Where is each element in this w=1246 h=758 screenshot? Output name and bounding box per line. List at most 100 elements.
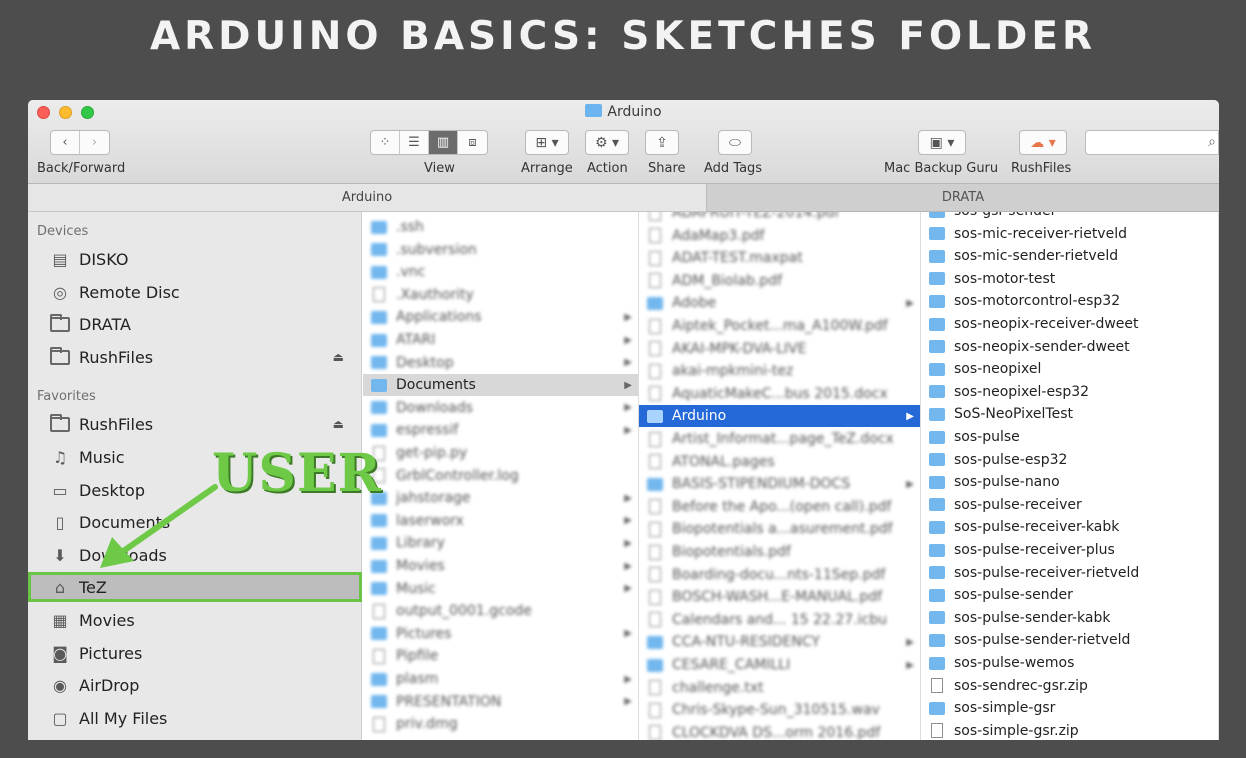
list-item[interactable]: Aiptek_Pocket...ma_A100W.pdf	[639, 315, 920, 337]
list-item[interactable]: Desktop ▶	[363, 352, 638, 374]
sidebar-item-disko[interactable]: ▤ DISKO	[28, 244, 362, 274]
list-item[interactable]: CLOCKDVA DS...orm 2016.pdf	[639, 722, 920, 740]
list-item[interactable]: sos-simple-gsr.zip	[921, 720, 1218, 740]
mac-backup-button[interactable]: ▣ ▾	[918, 130, 966, 155]
list-item[interactable]: Biopotentials a...asurement.pdf	[639, 518, 920, 540]
list-item[interactable]: AquaticMakeC...bus 2015.docx	[639, 383, 920, 405]
list-item[interactable]: sos-neopixel-esp32	[921, 381, 1218, 403]
list-item[interactable]: AdaMap3.pdf	[639, 225, 920, 247]
list-item[interactable]: Arduino ▶	[639, 405, 920, 428]
list-item[interactable]: Pipfile	[363, 645, 638, 667]
list-item[interactable]: sos-motor-test	[921, 268, 1218, 290]
tab-drata[interactable]: DRATA	[707, 184, 1219, 212]
search-input[interactable]: ⌕	[1085, 130, 1219, 155]
list-item[interactable]: sos-pulse-sender	[921, 584, 1218, 606]
list-item[interactable]: .subversion	[363, 239, 638, 261]
list-item[interactable]: BASIS-STIPENDIUM-DOCS ▶	[639, 473, 920, 495]
back-forward-control[interactable]: ‹ ›	[50, 130, 110, 155]
list-item[interactable]: SoS-NeoPixelTest	[921, 403, 1218, 425]
back-button[interactable]: ‹	[51, 131, 80, 154]
list-item[interactable]: Calendars and... 15 22.27.icbu	[639, 609, 920, 631]
list-item[interactable]: sos-neopix-receiver-dweet	[921, 313, 1218, 335]
list-item[interactable]: sos-sendrec-gsr.zip	[921, 675, 1218, 697]
sidebar-item-remote-disc[interactable]: ◎ Remote Disc	[28, 277, 362, 307]
list-item[interactable]: Movies ▶	[363, 555, 638, 577]
list-item[interactable]: output_0001.gcode	[363, 600, 638, 622]
list-item[interactable]: Artist_Informat...page_TeZ.docx	[639, 428, 920, 450]
list-item[interactable]: sos-pulse-esp32	[921, 449, 1218, 471]
list-item[interactable]: akai-mpkmini-tez	[639, 360, 920, 382]
icon-view-button[interactable]: ⁘	[371, 131, 400, 154]
tab-arduino[interactable]: Arduino	[28, 184, 707, 212]
action-button[interactable]: ⚙ ▾	[585, 130, 629, 155]
sidebar-item-movies[interactable]: ▦ Movies	[28, 605, 362, 635]
list-item[interactable]: sos-pulse-wemos	[921, 652, 1218, 674]
list-item[interactable]: ADM_Biolab.pdf	[639, 270, 920, 292]
list-item[interactable]: BOSCH-WASH...E-MANUAL.pdf	[639, 586, 920, 608]
list-item[interactable]: get-pip.py	[363, 442, 638, 464]
list-item[interactable]: Biopotentials.pdf	[639, 541, 920, 563]
list-item[interactable]: CESARE_CAMILLI ▶	[639, 654, 920, 676]
list-item[interactable]: Music ▶	[363, 578, 638, 600]
list-item[interactable]: .Xauthority	[363, 284, 638, 306]
sidebar-item-rushfiles[interactable]: RushFiles ⏏	[28, 409, 362, 439]
list-item[interactable]: ATONAL.pages	[639, 451, 920, 473]
view-control[interactable]: ⁘ ☰ ▥ ⧈	[370, 130, 488, 155]
list-item[interactable]: plasm ▶	[363, 668, 638, 690]
sidebar-item-tez[interactable]: ⌂ TeZ	[28, 572, 362, 602]
list-item[interactable]: sos-pulse-sender-kabk	[921, 607, 1218, 629]
sidebar-item-pictures[interactable]: ◙ Pictures	[28, 638, 362, 668]
list-item[interactable]: jahstorage ▶	[363, 487, 638, 509]
cover-flow-button[interactable]: ⧈	[458, 131, 487, 154]
list-item[interactable]: ADAT-TEST.maxpat	[639, 247, 920, 269]
list-item[interactable]: ATARI ▶	[363, 329, 638, 351]
eject-icon[interactable]: ⏏	[333, 350, 344, 364]
list-item[interactable]: sos-pulse-nano	[921, 471, 1218, 493]
list-item[interactable]: sos-pulse-receiver	[921, 494, 1218, 516]
list-item[interactable]: sos-mic-sender-rietveld	[921, 245, 1218, 267]
list-item[interactable]: .ssh	[363, 216, 638, 238]
list-item[interactable]: sos-pulse-receiver-kabk	[921, 516, 1218, 538]
list-item[interactable]: challenge.txt	[639, 677, 920, 699]
sidebar-item-documents[interactable]: ▯ Documents	[28, 507, 362, 537]
list-item[interactable]: GrblController.log	[363, 465, 638, 487]
list-item[interactable]: ADAFRUIT-TEZ-2014.pdf	[639, 212, 920, 224]
list-view-button[interactable]: ☰	[400, 131, 429, 154]
list-item[interactable]: laserworx ▶	[363, 510, 638, 532]
list-item[interactable]: espressif ▶	[363, 419, 638, 441]
list-item[interactable]: Documents ▶	[363, 374, 638, 397]
list-item[interactable]: Downloads ▶	[363, 397, 638, 419]
sidebar-item-all-my-files[interactable]: ▢ All My Files	[28, 703, 362, 733]
column-view-button[interactable]: ▥	[429, 131, 458, 154]
list-item[interactable]: Before the Apo...(open call).pdf	[639, 496, 920, 518]
forward-button[interactable]: ›	[80, 131, 109, 154]
list-item[interactable]: Pictures ▶	[363, 623, 638, 645]
list-item[interactable]: CCA-NTU-RESIDENCY ▶	[639, 631, 920, 653]
arrange-button[interactable]: ⊞ ▾	[525, 130, 569, 155]
list-item[interactable]: priv.dmg	[363, 713, 638, 735]
eject-icon[interactable]: ⏏	[333, 417, 344, 431]
list-item[interactable]: sos-simple-gsr	[921, 697, 1218, 719]
list-item[interactable]: sos-pulse-sender-rietveld	[921, 629, 1218, 651]
list-item[interactable]: Library ▶	[363, 532, 638, 554]
list-item[interactable]: sos-pulse	[921, 426, 1218, 448]
list-item[interactable]: Boarding-docu...nts-11Sep.pdf	[639, 564, 920, 586]
list-item[interactable]: sos-motorcontrol-esp32	[921, 290, 1218, 312]
list-item[interactable]: sos-gsr-sender	[921, 212, 1218, 222]
list-item[interactable]: Chris-Skype-Sun_310515.wav	[639, 699, 920, 721]
rushfiles-button[interactable]: ☁ ▾	[1019, 130, 1067, 155]
list-item[interactable]: sos-mic-receiver-rietveld	[921, 223, 1218, 245]
sidebar-item-downloads[interactable]: ⬇ Downloads	[28, 540, 362, 570]
list-item[interactable]: sos-neopix-sender-dweet	[921, 336, 1218, 358]
list-item[interactable]: Adobe ▶	[639, 292, 920, 314]
add-tags-button[interactable]: ⬭	[718, 130, 752, 155]
sidebar-item-drata[interactable]: DRATA	[28, 309, 362, 339]
list-item[interactable]: AKAI-MPK-DVA-LIVE	[639, 338, 920, 360]
list-item[interactable]: Applications ▶	[363, 306, 638, 328]
list-item[interactable]: .vnc	[363, 261, 638, 283]
list-item[interactable]: sos-pulse-receiver-plus	[921, 539, 1218, 561]
list-item[interactable]: sos-pulse-receiver-rietveld	[921, 562, 1218, 584]
list-item[interactable]: sos-neopixel	[921, 358, 1218, 380]
sidebar-item-airdrop[interactable]: ◉ AirDrop	[28, 670, 362, 700]
share-button[interactable]: ⇪	[645, 130, 679, 155]
